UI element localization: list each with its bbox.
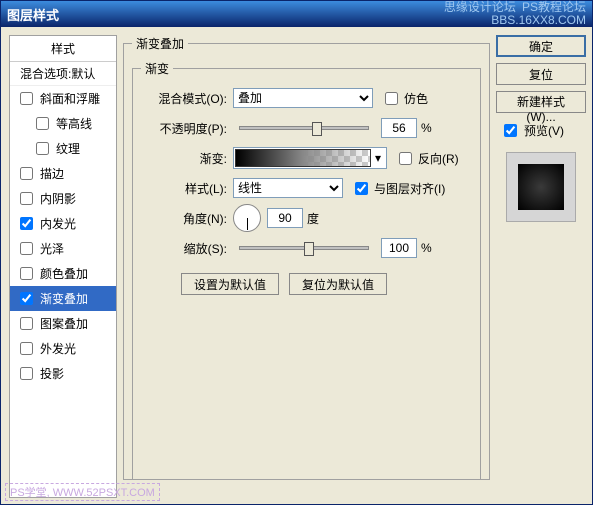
align-checkbox[interactable]: 与图层对齐(I)	[351, 179, 445, 198]
style-item-checkbox[interactable]	[20, 317, 33, 330]
scale-label: 缩放(S):	[141, 240, 233, 257]
align-input[interactable]	[355, 182, 368, 195]
opacity-label: 不透明度(P):	[141, 120, 233, 137]
style-item-checkbox[interactable]	[20, 292, 33, 305]
scale-input[interactable]	[381, 238, 417, 258]
style-label: 样式(L):	[141, 180, 233, 197]
style-item-checkbox[interactable]	[20, 342, 33, 355]
angle-dial[interactable]	[233, 204, 261, 232]
style-item-checkbox[interactable]	[20, 167, 33, 180]
style-item-checkbox[interactable]	[36, 117, 49, 130]
style-item-2[interactable]: 纹理	[10, 136, 116, 161]
opacity-unit: %	[421, 121, 432, 135]
settings-panel: 渐变叠加 渐变 混合模式(O): 叠加 仿色 不透明度	[123, 35, 490, 498]
gradient-label: 渐变:	[141, 150, 233, 167]
dither-checkbox[interactable]: 仿色	[381, 89, 428, 108]
style-item-checkbox[interactable]	[20, 267, 33, 280]
reverse-input[interactable]	[399, 152, 412, 165]
ok-button[interactable]: 确定	[496, 35, 586, 57]
watermark-top: 思缘设计论坛 PS教程论坛 BBS.16XX8.COM	[444, 1, 586, 27]
dither-input[interactable]	[385, 92, 398, 105]
scale-unit: %	[421, 241, 432, 255]
style-item-label: 投影	[40, 365, 64, 382]
style-item-label: 光泽	[40, 240, 64, 257]
gradient-picker[interactable]: ▾	[233, 147, 387, 169]
style-item-label: 外发光	[40, 340, 76, 357]
style-item-checkbox[interactable]	[20, 217, 33, 230]
style-item-10[interactable]: 外发光	[10, 336, 116, 361]
blend-mode-select[interactable]: 叠加	[233, 88, 373, 108]
make-default-button[interactable]: 设置为默认值	[181, 273, 279, 295]
styles-list: 样式 混合选项:默认 斜面和浮雕等高线纹理描边内阴影内发光光泽颜色叠加渐变叠加图…	[9, 35, 117, 498]
layer-style-dialog: 图层样式 思缘设计论坛 PS教程论坛 BBS.16XX8.COM 样式 混合选项…	[0, 0, 593, 505]
style-item-checkbox[interactable]	[20, 92, 33, 105]
styles-header[interactable]: 样式	[10, 36, 116, 62]
style-item-11[interactable]: 投影	[10, 361, 116, 386]
scale-slider[interactable]	[239, 246, 369, 250]
preview-square	[518, 164, 564, 210]
right-buttons: 确定 复位 新建样式(W)... 预览(V)	[496, 35, 586, 498]
reverse-checkbox[interactable]: 反向(R)	[395, 149, 459, 168]
blend-mode-label: 混合模式(O):	[141, 90, 233, 107]
style-item-label: 渐变叠加	[40, 290, 88, 307]
opacity-input[interactable]	[381, 118, 417, 138]
style-item-label: 等高线	[56, 115, 92, 132]
reset-default-button[interactable]: 复位为默认值	[289, 273, 387, 295]
blend-options-default[interactable]: 混合选项:默认	[10, 62, 116, 86]
preview-thumbnail	[506, 152, 576, 222]
style-select[interactable]: 线性	[233, 178, 343, 198]
style-item-label: 内发光	[40, 215, 76, 232]
style-item-3[interactable]: 描边	[10, 161, 116, 186]
gradient-preview[interactable]	[235, 149, 371, 167]
window-title: 图层样式	[7, 5, 59, 24]
titlebar[interactable]: 图层样式 思缘设计论坛 PS教程论坛 BBS.16XX8.COM	[1, 1, 592, 27]
style-item-0[interactable]: 斜面和浮雕	[10, 86, 116, 111]
angle-label: 角度(N):	[141, 210, 233, 227]
gradient-dropdown-icon[interactable]: ▾	[371, 151, 385, 165]
style-item-label: 描边	[40, 165, 64, 182]
style-item-4[interactable]: 内阴影	[10, 186, 116, 211]
style-item-label: 纹理	[56, 140, 80, 157]
opacity-slider[interactable]	[239, 126, 369, 130]
style-item-checkbox[interactable]	[20, 192, 33, 205]
new-style-button[interactable]: 新建样式(W)...	[496, 91, 586, 113]
style-item-label: 图案叠加	[40, 315, 88, 332]
angle-input[interactable]	[267, 208, 303, 228]
style-item-9[interactable]: 图案叠加	[10, 311, 116, 336]
footer-watermark: PS学堂, WWW.52PSXT.COM	[5, 483, 160, 501]
style-item-checkbox[interactable]	[20, 367, 33, 380]
style-item-1[interactable]: 等高线	[10, 111, 116, 136]
style-item-6[interactable]: 光泽	[10, 236, 116, 261]
style-item-5[interactable]: 内发光	[10, 211, 116, 236]
preview-input[interactable]	[504, 124, 517, 137]
style-item-7[interactable]: 颜色叠加	[10, 261, 116, 286]
style-item-8[interactable]: 渐变叠加	[10, 286, 116, 311]
preview-checkbox[interactable]: 预览(V)	[496, 119, 586, 140]
style-item-checkbox[interactable]	[36, 142, 49, 155]
inner-title: 渐变	[141, 60, 173, 77]
group-title: 渐变叠加	[132, 35, 188, 52]
style-item-checkbox[interactable]	[20, 242, 33, 255]
angle-unit: 度	[307, 210, 319, 227]
style-item-label: 斜面和浮雕	[40, 90, 100, 107]
reset-button[interactable]: 复位	[496, 63, 586, 85]
style-item-label: 内阴影	[40, 190, 76, 207]
style-item-label: 颜色叠加	[40, 265, 88, 282]
